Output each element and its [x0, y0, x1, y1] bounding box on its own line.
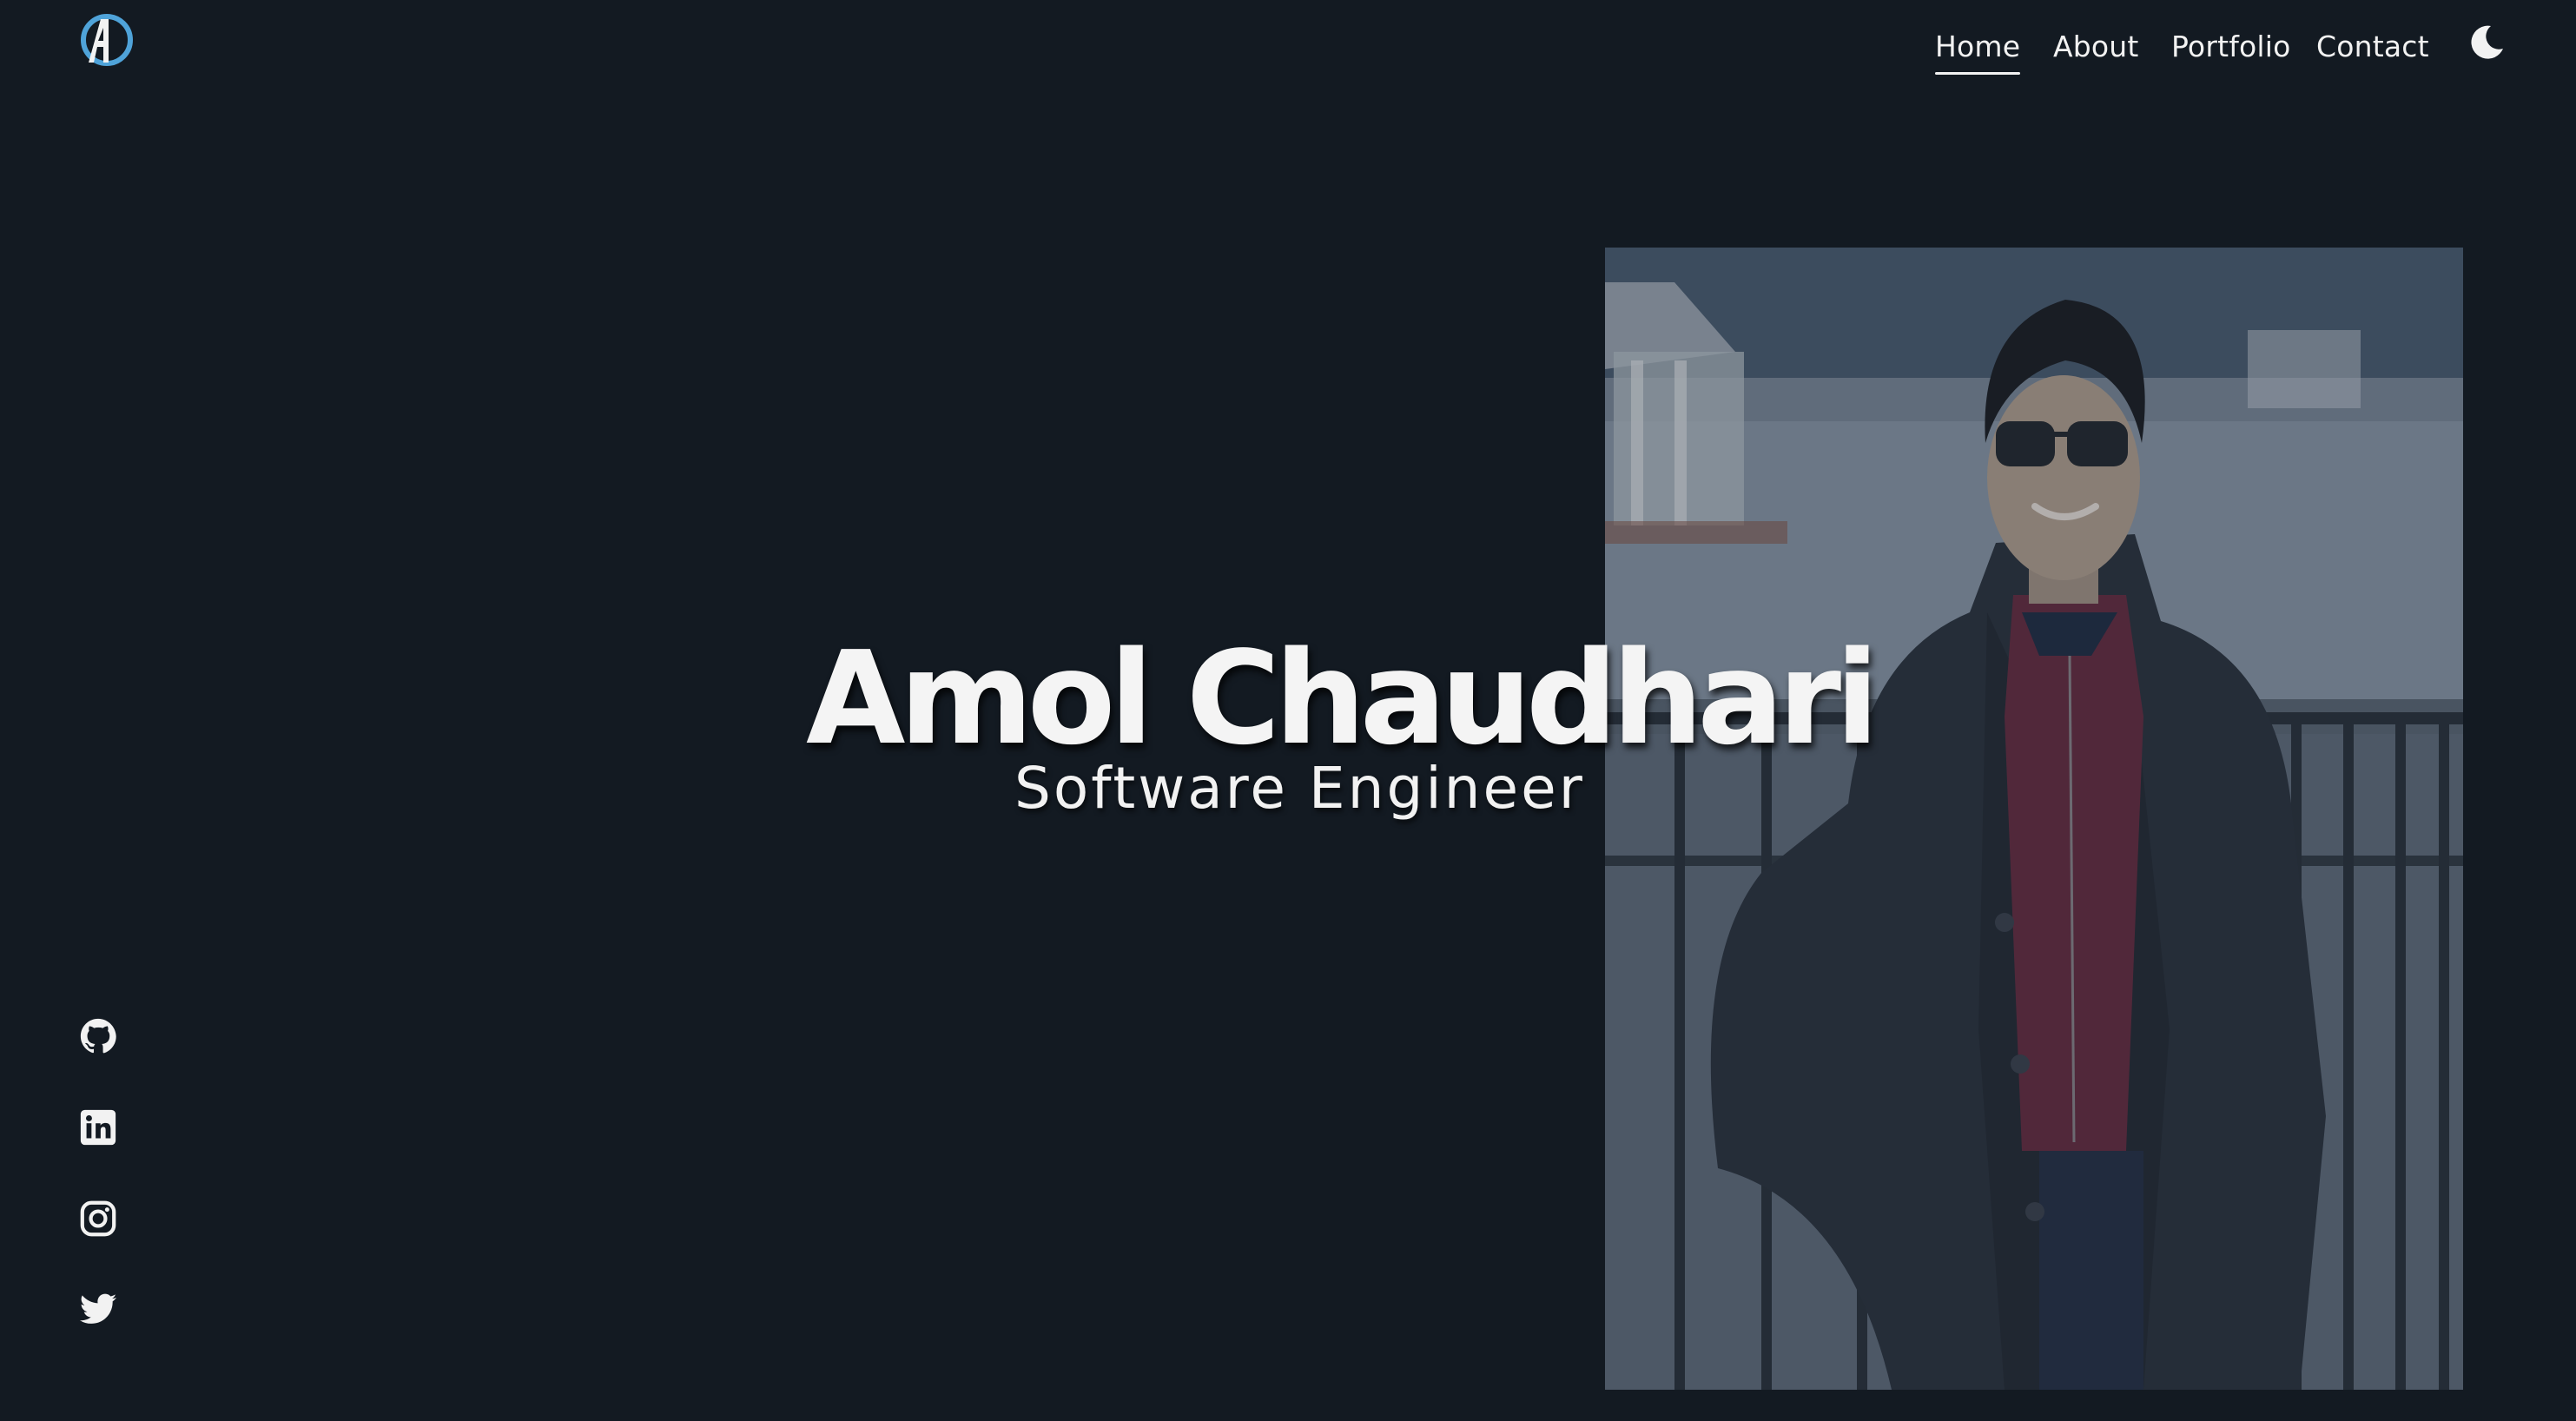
portrait-illustration — [1605, 248, 2463, 1390]
hero-role: Software Engineer — [1014, 755, 1585, 822]
linkedin-icon — [80, 1109, 116, 1146]
nav-home-link[interactable]: Home — [1935, 26, 2021, 75]
portrait-photo — [1605, 248, 2463, 1390]
instagram-icon — [80, 1200, 116, 1237]
hero-name: Amol Chaudhari — [806, 624, 1879, 774]
twitter-icon — [79, 1293, 117, 1324]
moon-icon[interactable] — [2467, 23, 2507, 63]
github-link[interactable] — [78, 1016, 118, 1056]
linkedin-link[interactable] — [78, 1107, 118, 1147]
instagram-link[interactable] — [78, 1199, 118, 1239]
nav-about-link[interactable]: About — [2053, 26, 2139, 68]
nav-contact-link[interactable]: Contact — [2316, 26, 2429, 68]
main-nav: Home About Portfolio Contact — [0, 21, 2576, 90]
nav-portfolio-link[interactable]: Portfolio — [2171, 26, 2291, 68]
twitter-link[interactable] — [78, 1290, 118, 1330]
github-icon — [80, 1018, 116, 1054]
